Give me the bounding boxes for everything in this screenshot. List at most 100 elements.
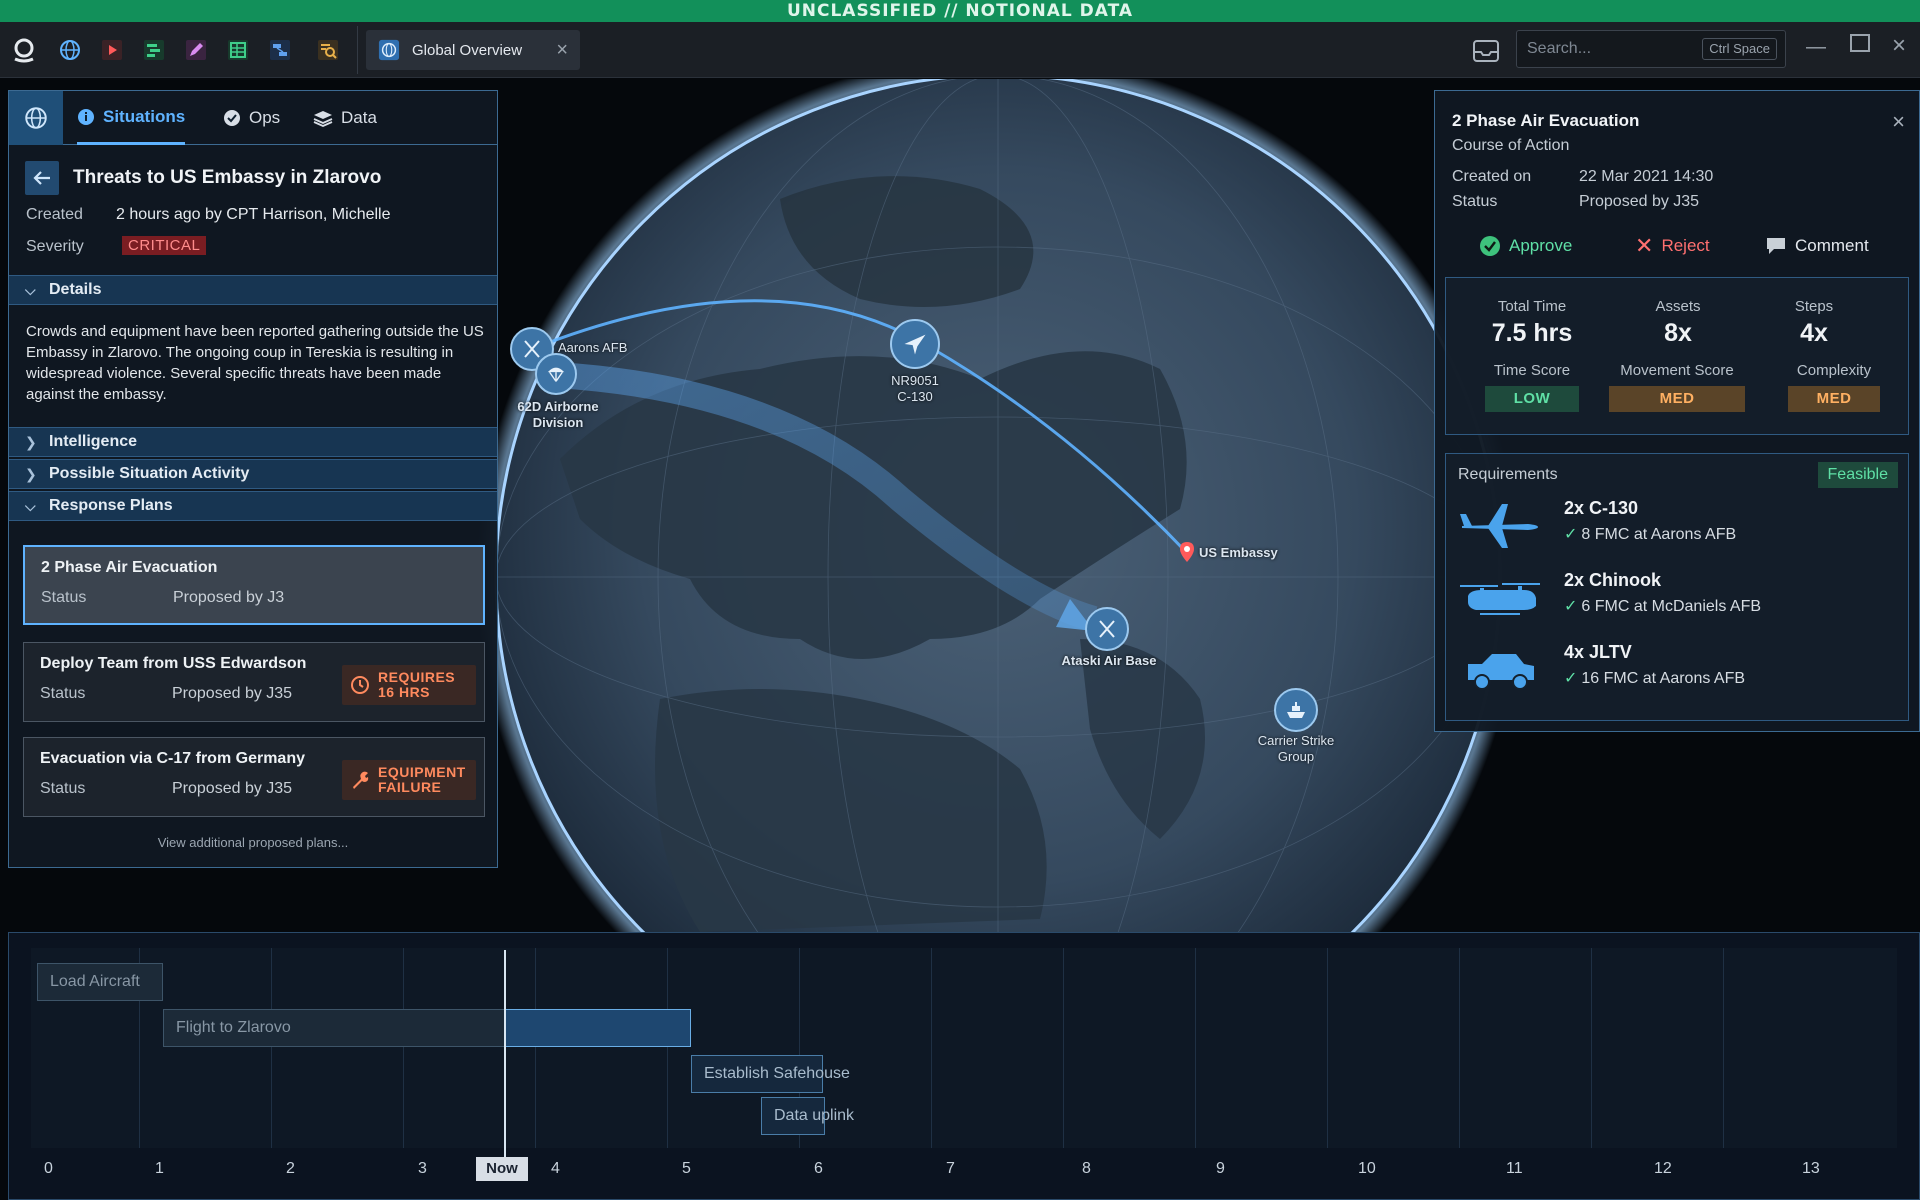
search-input[interactable] (1527, 39, 1687, 59)
coa-stats-box: Total Time 7.5 hrs Assets 8x Steps 4x Ti… (1445, 277, 1909, 435)
created-value: 2 hours ago by CPT Harrison, Michelle (116, 206, 391, 223)
comment-button[interactable]: Comment (1765, 233, 1869, 259)
task-flight-remaining[interactable] (505, 1009, 691, 1047)
requirement-detail: ✓ 8 FMC at Aarons AFB (1564, 524, 1736, 544)
info-icon (77, 108, 95, 126)
score-movement: Movement Score MED (1584, 362, 1770, 412)
score-chip: LOW (1485, 386, 1579, 412)
score-label: Time Score (1493, 362, 1571, 379)
tab-label: Global Overview (412, 41, 523, 59)
jltv-vehicle-icon (1458, 644, 1542, 696)
stat-steps: Steps 4x (1744, 298, 1884, 348)
close-icon[interactable]: × (556, 39, 568, 62)
tab-ops-label: Ops (249, 108, 281, 127)
timeline-tick: 9 (1216, 1160, 1225, 1177)
timeline-tick: 11 (1506, 1160, 1523, 1177)
aircraft-icon[interactable] (890, 319, 940, 369)
feasible-badge: Feasible (1817, 462, 1898, 488)
created-on-row: Created on 22 Mar 2021 14:30 (1452, 168, 1713, 186)
carrier-label-line1: Carrier Strike (1257, 733, 1335, 748)
check-icon: ✓ (1564, 670, 1578, 687)
timeline-tick: 4 (551, 1160, 560, 1177)
tab-situations[interactable]: Situations (77, 91, 186, 145)
task-establish-safehouse[interactable]: Establish Safehouse (691, 1055, 850, 1093)
requirement-item[interactable]: 2x Chinook ✓ 6 FMC at McDaniels AFB (1446, 568, 1908, 628)
status-row: Status Proposed by J35 (1452, 193, 1699, 211)
check-icon: ✓ (1564, 526, 1578, 543)
parachute-icon[interactable] (535, 353, 577, 395)
app-logo-icon[interactable] (8, 34, 40, 66)
requirements-box: Requirements Feasible 2x C-130 ✓ 8 FMC at… (1445, 453, 1909, 721)
tab-ops[interactable]: Ops (223, 91, 280, 145)
gantt-icon[interactable] (138, 34, 170, 66)
created-on-label: Created on (1452, 168, 1532, 185)
requirement-name: 2x C-130 (1564, 498, 1639, 518)
flow-icon[interactable] (264, 34, 296, 66)
timeline-tick: 0 (44, 1160, 53, 1177)
plan-card-air-evacuation[interactable]: 2 Phase Air Evacuation Status Proposed b… (23, 545, 485, 625)
stat-total-time: Total Time 7.5 hrs (1462, 298, 1602, 348)
created-label: Created (26, 206, 83, 223)
requirement-item[interactable]: 2x C-130 ✓ 8 FMC at Aarons AFB (1446, 496, 1908, 556)
reject-label: Reject (1661, 236, 1710, 255)
check-circle-icon (223, 109, 241, 127)
tab-situations-label: Situations (103, 106, 186, 126)
close-icon[interactable]: × (1892, 109, 1905, 135)
stat-value: 4x (1800, 319, 1828, 347)
details-text: Crowds and equipment have been reported … (26, 323, 484, 403)
reject-button[interactable]: ✕ Reject (1635, 233, 1710, 259)
section-details[interactable]: ⌵ Details (9, 275, 497, 305)
badge-line2: FAILURE (378, 779, 442, 795)
plan-status-value: Proposed by J3 (173, 589, 285, 606)
map-pin-icon[interactable] (1178, 541, 1196, 568)
airborne-division-label: 62D Airborne Division (510, 399, 606, 431)
stat-label: Assets (1655, 298, 1701, 315)
back-button[interactable] (25, 161, 59, 195)
course-of-action-panel: 2 Phase Air Evacuation Course of Action … (1434, 90, 1920, 732)
search-box[interactable]: Ctrl Space (1516, 30, 1786, 68)
created-on-value: 22 Mar 2021 14:30 (1579, 168, 1714, 185)
airbase-icon[interactable] (1085, 607, 1129, 651)
task-load-aircraft[interactable]: Load Aircraft (37, 963, 163, 1001)
section-situation-activity[interactable]: ❯ Possible Situation Activity (9, 459, 497, 489)
section-intelligence[interactable]: ❯ Intelligence (9, 427, 497, 457)
tab-data[interactable]: Data (313, 91, 377, 145)
section-response-label: Response Plans (49, 497, 173, 514)
play-icon[interactable] (96, 34, 128, 66)
plan-card-deploy-team[interactable]: Deploy Team from USS Edwardson Status Pr… (23, 642, 485, 722)
requirement-item[interactable]: 4x JLTV ✓ 16 FMC at Aarons AFB (1446, 640, 1908, 700)
table-icon[interactable] (222, 34, 254, 66)
inbox-icon[interactable] (1470, 35, 1502, 67)
panel-tabs: Situations Ops Data (9, 91, 497, 145)
ship-icon[interactable] (1274, 688, 1318, 732)
check-circle-icon (1479, 235, 1501, 257)
now-marker-label[interactable]: Now (476, 1157, 528, 1181)
minimize-icon[interactable]: — (1806, 36, 1826, 59)
section-response-plans[interactable]: ⌵ Response Plans (9, 491, 497, 521)
edit-icon[interactable] (180, 34, 212, 66)
tab-global-overview[interactable]: Global Overview × (366, 30, 580, 70)
task-data-uplink[interactable]: Data uplink (761, 1097, 854, 1135)
approve-button[interactable]: Approve (1479, 233, 1572, 259)
section-details-label: Details (49, 281, 102, 298)
globe-icon[interactable] (54, 34, 86, 66)
plan-card-c17-evacuation[interactable]: Evacuation via C-17 from Germany Status … (23, 737, 485, 817)
task-flight-to-zlarovo[interactable]: Flight to Zlarovo (163, 1009, 505, 1047)
globe-icon[interactable] (9, 91, 63, 145)
severity-row: Severity CRITICAL (26, 236, 207, 256)
score-time: Time Score LOW (1462, 362, 1602, 412)
timeline-tick: 2 (286, 1160, 295, 1177)
plan-status-value: Proposed by J35 (172, 780, 293, 797)
ataski-air-base-label: Ataski Air Base (1061, 653, 1157, 668)
timeline-tick: 12 (1654, 1160, 1672, 1177)
stat-label: Total Time (1497, 298, 1567, 315)
badge-line1: EQUIPMENT (378, 764, 466, 780)
search-doc-icon[interactable] (312, 34, 344, 66)
aircraft-label-line1: NR9051 (891, 373, 939, 388)
requirement-detail-text: 8 FMC at Aarons AFB (1581, 526, 1737, 543)
view-more-plans-link[interactable]: View additional proposed plans... (9, 835, 497, 850)
maximize-icon[interactable] (1850, 34, 1870, 58)
plan-status-label: Status (41, 589, 87, 606)
plan-title: 2 Phase Air Evacuation (41, 559, 218, 576)
close-window-icon[interactable]: × (1892, 32, 1906, 60)
